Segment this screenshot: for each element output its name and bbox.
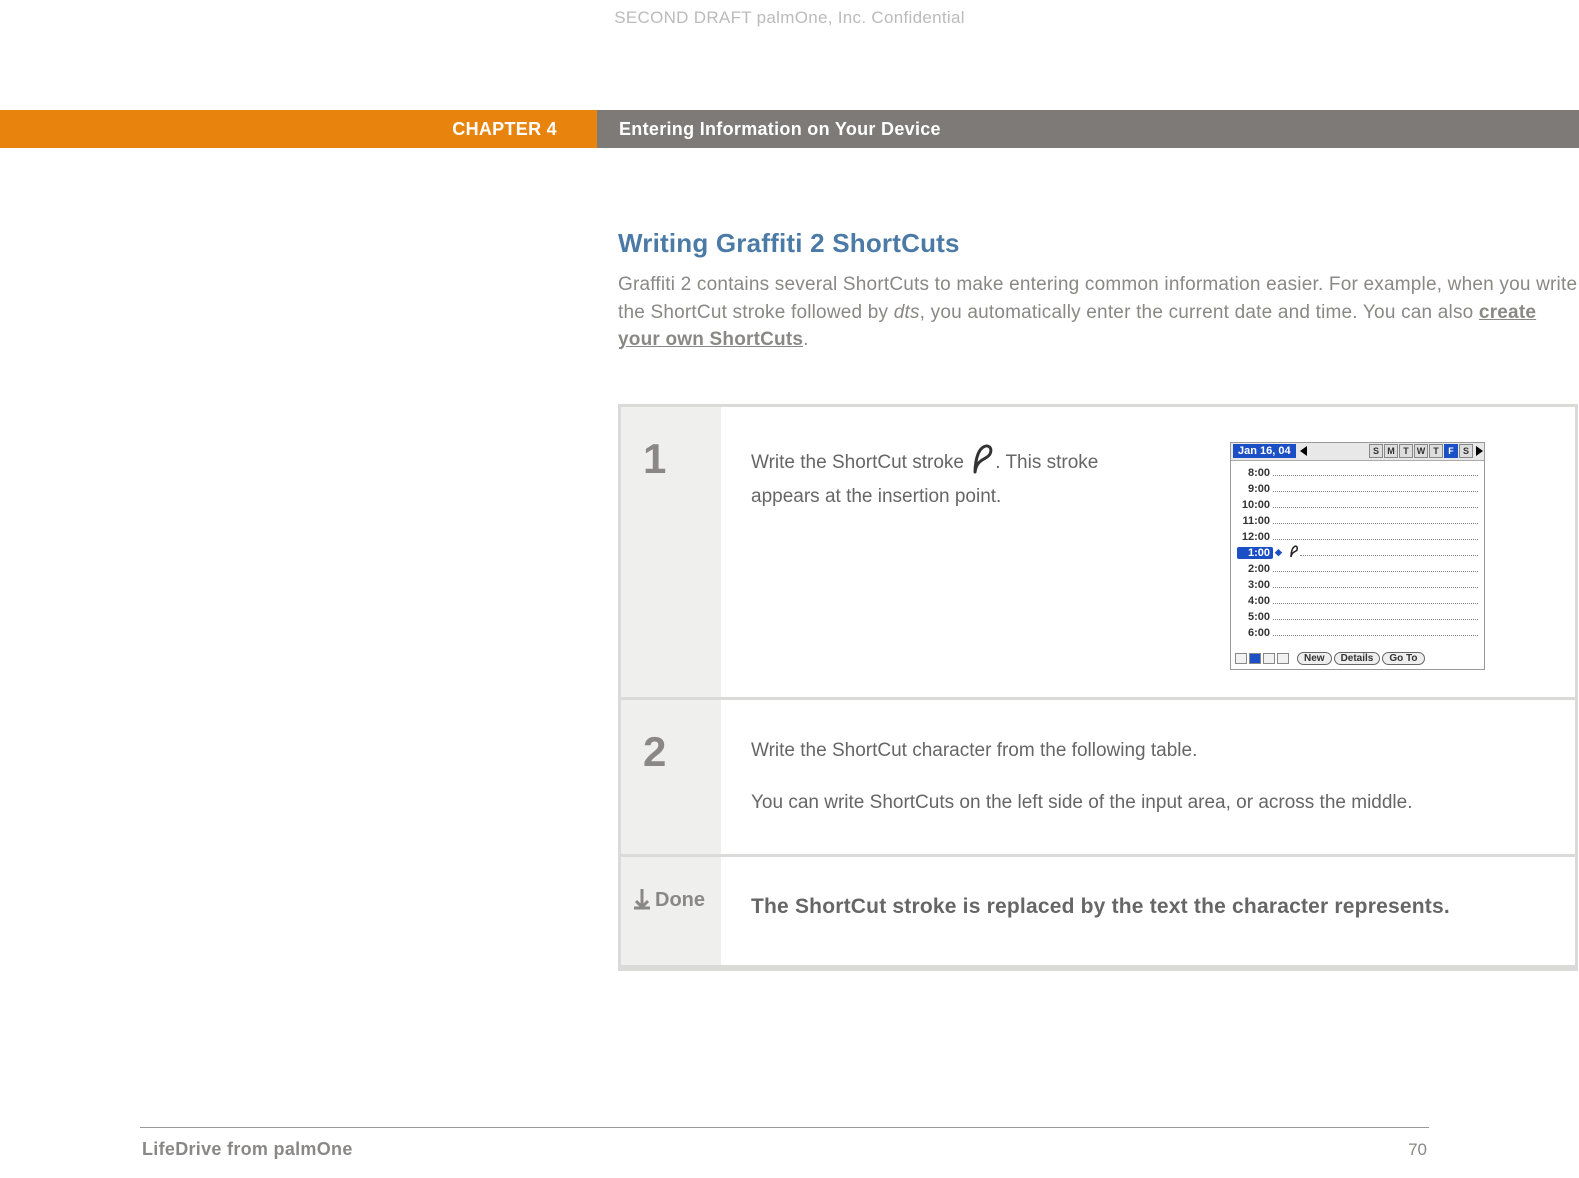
step-number: 2 — [643, 728, 666, 776]
footer-divider — [140, 1127, 1429, 1128]
time-row-selected: 1:00 ◆ — [1237, 545, 1478, 561]
step-number-cell: 2 — [621, 700, 721, 855]
done-label: Done — [655, 889, 705, 912]
new-button: New — [1297, 652, 1332, 665]
time-row: 2:00 — [1237, 561, 1478, 577]
step-number-cell: 1 — [621, 407, 721, 697]
screenshot-header: Jan 16, 04 S M T W T F S — [1231, 443, 1484, 461]
step-1-text: Write the ShortCut stroke . This stroke … — [751, 442, 1171, 512]
footer-product-name: LifeDrive from palmOne — [142, 1139, 353, 1160]
time-row: 11:00 — [1237, 513, 1478, 529]
step-2-line-2: You can write ShortCuts on the left side… — [751, 787, 1545, 819]
shortcut-stroke-icon — [969, 442, 995, 484]
time-row: 5:00 — [1237, 609, 1478, 625]
time-row: 6:00 — [1237, 625, 1478, 641]
details-button: Details — [1334, 652, 1381, 665]
diamond-icon: ◆ — [1275, 547, 1282, 558]
day-s: S — [1369, 444, 1383, 458]
shortcut-mark-icon — [1288, 544, 1300, 561]
view-icon-1 — [1235, 653, 1247, 664]
prev-arrow-icon — [1300, 446, 1307, 456]
next-arrow-icon — [1476, 446, 1483, 456]
step-number: 1 — [643, 435, 666, 483]
chapter-title: Entering Information on Your Device — [597, 110, 1579, 148]
step-row-1: 1 Write the ShortCut stroke . This strok… — [621, 407, 1575, 697]
down-arrow-icon — [633, 889, 651, 917]
chapter-header-bar: CHAPTER 4 Entering Information on Your D… — [0, 110, 1579, 148]
time-row: 8:00 — [1237, 465, 1478, 481]
device-screenshot: Jan 16, 04 S M T W T F S — [1230, 442, 1485, 670]
step-body: Write the ShortCut character from the fo… — [721, 700, 1575, 855]
screenshot-date: Jan 16, 04 — [1233, 444, 1296, 458]
time-row: 4:00 — [1237, 593, 1478, 609]
screenshot-footer: New Details Go To — [1235, 652, 1480, 665]
chapter-label: CHAPTER 4 — [0, 110, 597, 148]
done-text: The ShortCut stroke is replaced by the t… — [751, 889, 1545, 925]
day-t1: T — [1399, 444, 1413, 458]
time-row: 9:00 — [1237, 481, 1478, 497]
main-content: Writing Graffiti 2 ShortCuts Graffiti 2 … — [618, 228, 1578, 971]
view-icon-4 — [1277, 653, 1289, 664]
step-row-2: 2 Write the ShortCut character from the … — [621, 700, 1575, 855]
step-1-text-a: Write the ShortCut stroke — [751, 452, 969, 473]
intro-paragraph: Graffiti 2 contains several ShortCuts to… — [618, 271, 1578, 354]
goto-button: Go To — [1382, 652, 1424, 665]
view-icon-3 — [1263, 653, 1275, 664]
confidential-watermark: SECOND DRAFT palmOne, Inc. Confidential — [0, 8, 1579, 28]
time-row: 3:00 — [1237, 577, 1478, 593]
day-m: M — [1384, 444, 1398, 458]
time-row: 10:00 — [1237, 497, 1478, 513]
day-s2: S — [1459, 444, 1473, 458]
view-icon-2 — [1249, 653, 1261, 664]
intro-term: dts — [894, 302, 920, 323]
step-body: Write the ShortCut stroke . This stroke … — [721, 407, 1575, 697]
selected-time: 1:00 — [1237, 547, 1273, 559]
day-w: W — [1414, 444, 1428, 458]
done-row: Done The ShortCut stroke is replaced by … — [621, 857, 1575, 965]
time-row: 12:00 — [1237, 529, 1478, 545]
page-number: 70 — [1408, 1140, 1427, 1160]
section-heading: Writing Graffiti 2 ShortCuts — [618, 228, 1578, 259]
screenshot-body: 8:00 9:00 10:00 11:00 12:00 1:00 ◆ 2:00 … — [1231, 461, 1484, 645]
done-body: The ShortCut stroke is replaced by the t… — [721, 857, 1575, 965]
day-t2: T — [1429, 444, 1443, 458]
steps-container: 1 Write the ShortCut stroke . This strok… — [618, 404, 1578, 971]
intro-text-2: , you automatically enter the current da… — [920, 302, 1479, 323]
day-f: F — [1444, 444, 1458, 458]
step-2-line-1: Write the ShortCut character from the fo… — [751, 735, 1545, 767]
intro-text-3: . — [803, 329, 808, 350]
done-label-cell: Done — [621, 857, 721, 965]
day-selector: S M T W T F S — [1309, 444, 1473, 458]
